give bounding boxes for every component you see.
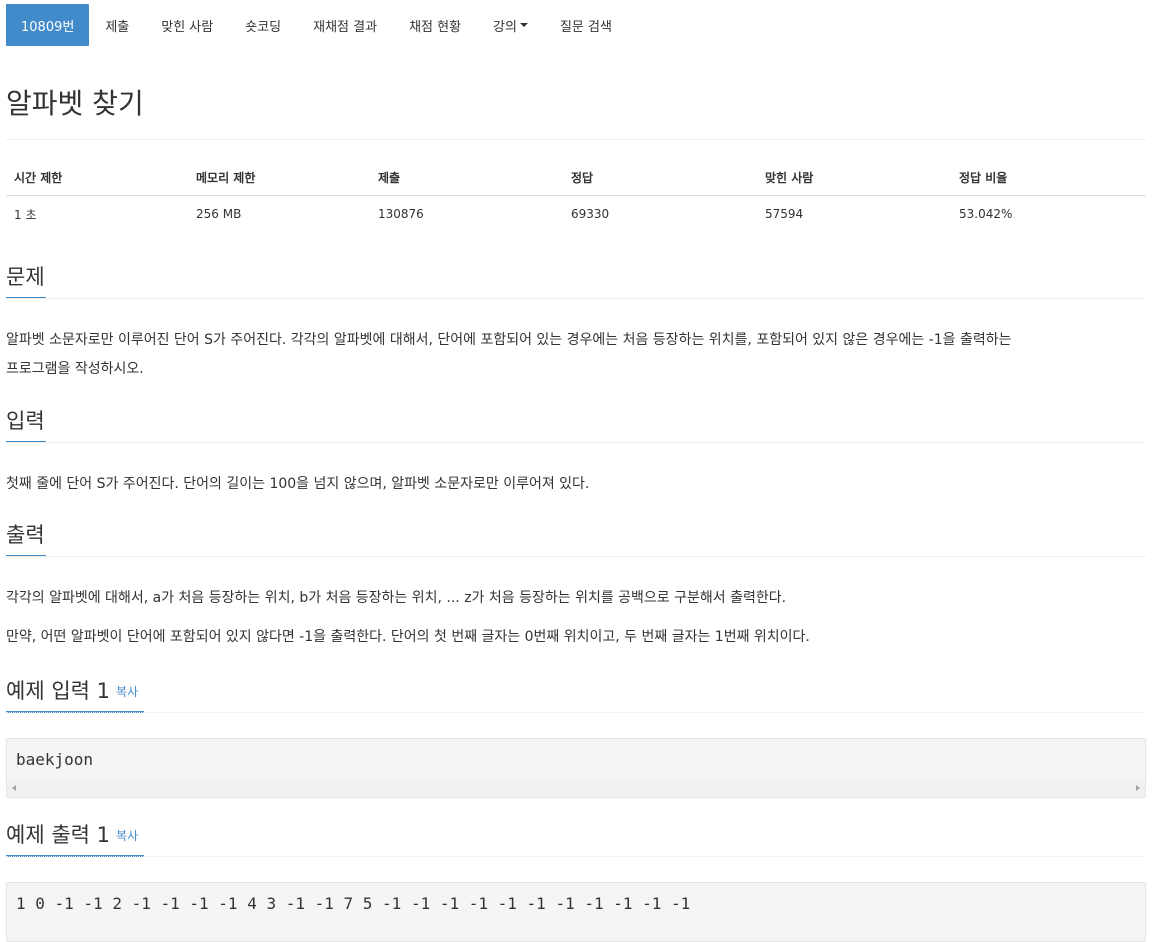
sample-output-heading-divider — [6, 856, 1146, 857]
info-submissions: 130876 — [378, 207, 424, 221]
nav-tab-solved-users[interactable]: 맞힌 사람 — [145, 4, 229, 46]
description-text: 알파벳 소문자로만 이루어진 단어 S가 주어진다. 각각의 알파벳에 대해서,… — [6, 326, 1146, 384]
info-value-row: 1 초 256 MB 130876 69330 57594 53.042% — [6, 196, 1146, 233]
nav-tab-status[interactable]: 채점 현황 — [393, 4, 477, 46]
info-accepted: 69330 — [571, 207, 610, 221]
nav-tab-question-search[interactable]: 질문 검색 — [544, 4, 628, 46]
sample-output-title: 예제 출력 — [6, 823, 90, 847]
problem-info-table: 시간 제한 메모리 제한 제출 정답 맞힌 사람 정답 비율 1 초 256 M… — [6, 160, 1146, 232]
description-heading-divider — [6, 298, 1146, 299]
info-header-row: 시간 제한 메모리 제한 제출 정답 맞힌 사람 정답 비율 — [6, 160, 1146, 196]
sample-output-text: 1 0 -1 -1 2 -1 -1 -1 -1 4 3 -1 -1 7 5 -1… — [16, 894, 691, 913]
sample-input-number: 1 — [96, 679, 111, 703]
sample-output-box: 1 0 -1 -1 2 -1 -1 -1 -1 4 3 -1 -1 7 5 -1… — [6, 882, 1146, 942]
input-heading: 입력 — [6, 409, 45, 433]
sample-output-heading: 예제 출력 1 복사 — [6, 820, 138, 851]
output-text-2: 만약, 어떤 알파벳이 단어에 포함되어 있지 않다면 -1을 출력한다. 단어… — [6, 629, 810, 645]
info-header-solved-users: 맞힌 사람 — [757, 160, 951, 196]
caret-down-icon — [519, 23, 528, 27]
description-line-1: 알파벳 소문자로만 이루어진 단어 S가 주어진다. 각각의 알파벳에 대해서,… — [6, 332, 1012, 348]
output-text-1: 각각의 알파벳에 대해서, a가 처음 등장하는 위치, b가 처음 등장하는 … — [6, 590, 787, 606]
input-text: 첫째 줄에 단어 S가 주어진다. 단어의 길이는 100을 넘지 않으며, 알… — [6, 476, 590, 492]
sample-input-title: 예제 입력 — [6, 679, 90, 703]
description-heading: 문제 — [6, 265, 45, 289]
sample-input-scrollbar[interactable] — [7, 780, 1145, 797]
scroll-left-icon[interactable] — [12, 785, 16, 791]
info-time-limit: 1 초 — [14, 207, 37, 222]
info-header-accepted: 정답 — [563, 160, 757, 196]
info-memory-limit: 256 MB — [196, 207, 242, 221]
info-header-submissions: 제출 — [370, 160, 563, 196]
nav-tab-short-coding[interactable]: 숏코딩 — [229, 4, 297, 46]
nav-tab-rejudge-results[interactable]: 재채점 결과 — [297, 4, 393, 46]
input-heading-divider — [6, 442, 1146, 443]
nav-tab-lectures[interactable]: 강의 — [477, 4, 544, 46]
nav-tab-submit[interactable]: 제출 — [89, 4, 145, 46]
output-heading-divider — [6, 556, 1146, 557]
sample-output-number: 1 — [96, 823, 111, 847]
info-header-accept-ratio: 정답 비율 — [951, 160, 1146, 196]
problem-title: 알파벳 찾기 — [6, 87, 144, 120]
description-line-2: 프로그램을 작성하시오. — [6, 361, 144, 377]
info-header-memory-limit: 메모리 제한 — [188, 160, 370, 196]
sample-output-copy-link[interactable]: 복사 — [116, 829, 138, 843]
nav-tab-problem[interactable]: 10809번 — [6, 4, 90, 46]
scroll-right-icon[interactable] — [1136, 785, 1140, 791]
sample-input-heading: 예제 입력 1 복사 — [6, 676, 138, 707]
output-heading: 출력 — [6, 523, 45, 547]
sample-input-copy-link[interactable]: 복사 — [116, 685, 138, 699]
sample-input-box: baekjoon — [6, 738, 1146, 798]
problem-nav: 10809번 제출 맞힌 사람 숏코딩 재채점 결과 채점 현황 강의 질문 검… — [6, 4, 628, 46]
info-header-time-limit: 시간 제한 — [6, 160, 188, 196]
info-accept-ratio: 53.042% — [959, 207, 1013, 221]
sample-input-heading-divider — [6, 712, 1146, 713]
sample-input-text: baekjoon — [16, 750, 94, 769]
title-divider — [6, 139, 1146, 140]
nav-tab-lectures-label: 강의 — [493, 19, 517, 35]
info-solved-users: 57594 — [765, 207, 804, 221]
